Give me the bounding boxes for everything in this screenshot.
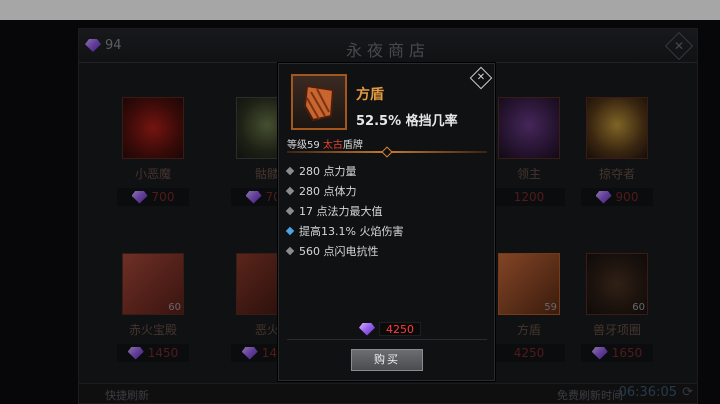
item-price: 900 (581, 188, 653, 206)
bullet-icon (285, 186, 295, 196)
item-name: 小恶魔 (134, 167, 171, 181)
attribute-line: 280 点体力 (285, 183, 357, 199)
item-price: 1200 (493, 188, 565, 206)
item-level: 等级59 (287, 140, 320, 151)
gem-icon (131, 190, 148, 204)
tooltip-price: 4250 (359, 322, 421, 336)
gem-icon (359, 322, 375, 336)
price-amount: 4250 (379, 322, 421, 336)
attribute-line: 提高13.1% 火焰伤害 (285, 223, 403, 239)
close-icon: ✕ (673, 39, 685, 53)
attribute-line: 17 点法力最大值 (285, 203, 383, 219)
plunderer-icon (586, 97, 648, 159)
buy-button[interactable]: 购买 (351, 349, 423, 371)
shield-icon: 59 (498, 253, 560, 315)
divider-diamond-icon (381, 146, 393, 158)
shop-item[interactable]: 60 兽牙项圈 1650 (567, 253, 667, 362)
item-price: 4250 (493, 344, 565, 362)
tooltip-main-stat: 52.5% 格挡几率 (356, 114, 458, 129)
item-price: 1650 (581, 344, 653, 362)
shop-item[interactable]: 60 赤火宝殿 1450 (103, 253, 203, 362)
attribute-line: 560 点闪电抗性 (285, 243, 379, 259)
gem-icon (241, 346, 258, 360)
fang-collar-icon: 60 (586, 253, 648, 315)
refresh-timer: 06:36:05 (618, 385, 677, 400)
bullet-icon (285, 166, 295, 176)
free-refresh-label: 免费刷新时间 (557, 389, 623, 402)
lord-icon (498, 97, 560, 159)
tooltip-close-button[interactable]: ✕ (469, 66, 493, 90)
refresh-icon[interactable]: ⟳ (682, 385, 693, 400)
item-tooltip: 方盾 52.5% 格挡几率 ✕ 等级59 太古盾牌 280 点力量 280 点体… (278, 63, 495, 381)
bullet-icon (285, 246, 295, 256)
item-name: 掠夺者 (598, 167, 635, 181)
shop-item[interactable]: 掠夺者 900 (567, 97, 667, 206)
gem-icon (245, 190, 262, 204)
item-type: 盾牌 (342, 140, 363, 151)
item-price: 700 (117, 188, 189, 206)
shield-icon (291, 74, 347, 130)
tooltip-level-line: 等级59 太古盾牌 (287, 136, 363, 151)
attribute-line: 280 点力量 (285, 163, 357, 179)
shop-title: 永夜商店 (345, 41, 430, 60)
shop-item[interactable]: 小恶魔 700 (103, 97, 203, 206)
item-rarity: 太古 (322, 140, 343, 151)
gem-icon (127, 346, 144, 360)
armor-icon: 60 (122, 253, 184, 315)
item-price: 1450 (117, 344, 189, 362)
imp-icon (122, 97, 184, 159)
gem-icon (595, 190, 612, 204)
shop-header: 94 永夜商店 ✕ (79, 29, 697, 63)
tooltip-item-name: 方盾 (356, 87, 384, 103)
bullet-icon (285, 226, 295, 236)
item-name: 兽牙项圈 (592, 323, 641, 337)
divider (287, 339, 487, 340)
close-icon: ✕ (476, 72, 486, 83)
shop-bottom-bar: 快捷刷新 免费刷新时间 06:36:05 ⟳ (79, 383, 697, 403)
bullet-icon (285, 206, 295, 216)
quick-refresh-button[interactable]: 快捷刷新 (105, 387, 149, 403)
gem-icon (591, 346, 608, 360)
item-name: 赤火宝殿 (128, 323, 177, 337)
